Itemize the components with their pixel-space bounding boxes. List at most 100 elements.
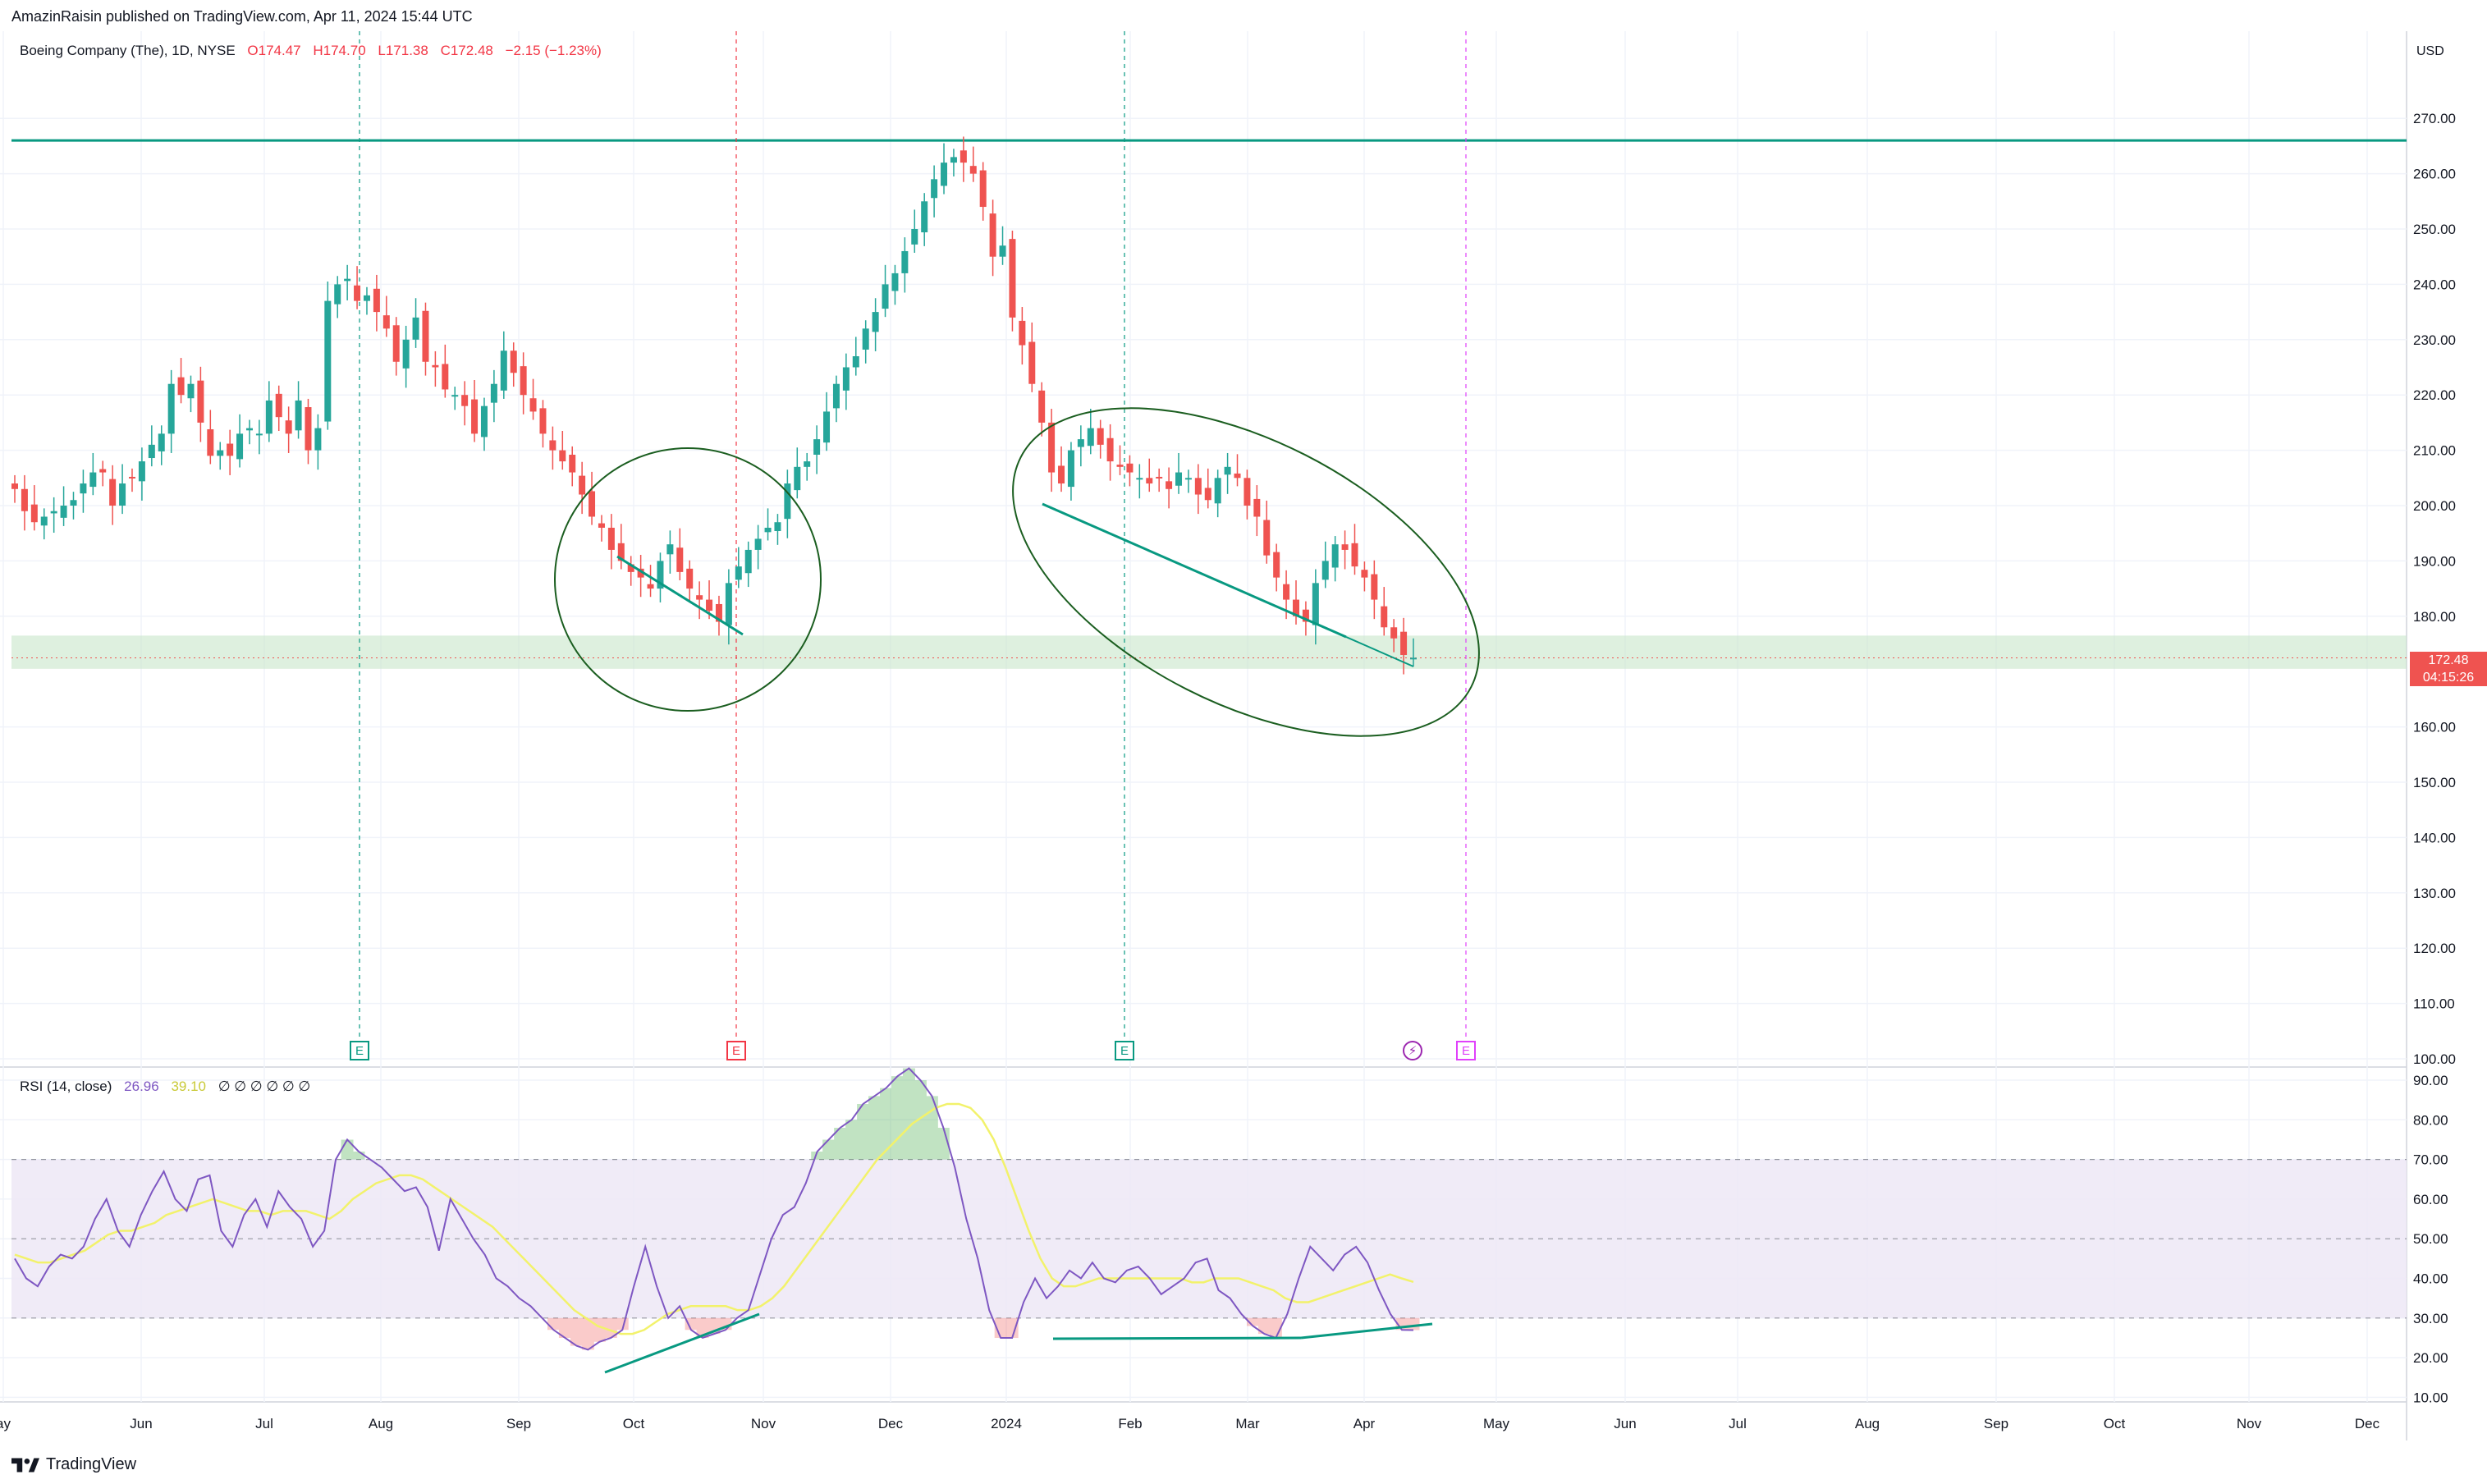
candle-body [666, 544, 674, 555]
candle-body [363, 295, 370, 301]
candle-body [236, 433, 244, 460]
candle-body [921, 201, 928, 233]
candle-body [1019, 320, 1026, 346]
candle-body [1273, 552, 1280, 578]
legend-open: O174.47 [247, 43, 301, 58]
candle-body [852, 356, 859, 368]
symbol-legend[interactable]: Boeing Company (The), 1D, NYSE O174.47 H… [20, 43, 610, 59]
candle-body [1156, 476, 1163, 479]
candle-body [1283, 584, 1290, 600]
earnings-event-icon[interactable]: E [1456, 1041, 1476, 1060]
candle-body [227, 443, 234, 456]
price-axis-label: 230.00 [2413, 332, 2456, 348]
candle-body [510, 350, 517, 373]
candle-body [70, 500, 77, 506]
candle-body [813, 439, 821, 455]
candle-body [520, 366, 527, 396]
candle-body [314, 428, 322, 451]
earnings-event-icon[interactable]: E [350, 1041, 369, 1060]
time-axis-label: Nov [2237, 1416, 2262, 1431]
candle-body [911, 229, 918, 245]
candle-body [422, 310, 429, 362]
rsi-trendline-2 [1052, 1336, 1302, 1340]
price-axis-label: 200.00 [2413, 498, 2456, 514]
candle-body [598, 523, 605, 528]
candle-body [1106, 437, 1114, 462]
rsi-axis-label: 30.00 [2413, 1311, 2448, 1326]
candle-body [1009, 239, 1016, 318]
candle-body [21, 488, 28, 511]
candle-body [255, 433, 263, 436]
candle-body [1400, 631, 1408, 655]
candle-body [579, 475, 586, 495]
candle-body [1048, 422, 1056, 473]
candle-body [1038, 390, 1046, 423]
time-axis-label: Jul [1729, 1416, 1747, 1431]
price-axis-label: 220.00 [2413, 387, 2456, 403]
rsi-legend[interactable]: RSI (14, close) 26.96 39.10 ∅ ∅ ∅ ∅ ∅ ∅ [20, 1079, 318, 1095]
time-axis-label: Oct [623, 1416, 645, 1431]
candle-body [1184, 478, 1192, 480]
time-axis-label: May [1483, 1416, 1510, 1431]
candle-body [529, 398, 537, 412]
candle-body [128, 476, 135, 479]
earnings-event-icon[interactable]: E [1115, 1041, 1134, 1060]
candle-body [109, 479, 117, 506]
candle-body [1058, 465, 1065, 484]
candle-body [197, 380, 204, 423]
candle-body [559, 450, 566, 462]
candle-body [696, 595, 703, 600]
candle-body [1234, 473, 1241, 479]
candle-body [754, 538, 762, 550]
candle-body [1381, 606, 1388, 628]
brand-name: TradingView [46, 1455, 137, 1473]
price-axis-label: 240.00 [2413, 277, 2456, 292]
candle-body [265, 400, 273, 434]
price-axis-label: 250.00 [2413, 222, 2456, 237]
candle-body [941, 163, 948, 186]
candle-body [872, 312, 879, 332]
tradingview-brand[interactable]: TradingView [11, 1455, 136, 1474]
candle-body [725, 583, 732, 625]
time-axis-label: Dec [878, 1416, 904, 1431]
candle-body [99, 469, 107, 473]
candle-body [89, 472, 97, 488]
rsi-ma-value: 39.10 [171, 1079, 206, 1094]
candle-body [373, 288, 380, 313]
candle-body [402, 339, 410, 369]
rsi-indicator-name[interactable]: RSI (14, close) [20, 1079, 112, 1094]
candle-body [1077, 439, 1084, 447]
earnings-event-icon[interactable]: E [726, 1041, 746, 1060]
candle-body [158, 433, 165, 451]
tradingview-chart: 270.00 260.00 250.00 240.00 230.00 220.00 210.… [0, 0, 2487, 1484]
time-axis-label: Sep [1984, 1416, 2008, 1431]
candle-body [960, 150, 967, 163]
candle-body [275, 393, 282, 418]
candle-body [1371, 574, 1378, 600]
currency-label[interactable]: USD [2416, 44, 2444, 59]
candle-body [412, 317, 419, 340]
candle-body [1312, 583, 1319, 625]
candle-body [1244, 478, 1251, 506]
price-axis-label: 110.00 [2413, 996, 2455, 1012]
candle-body [60, 506, 67, 518]
candle-body [11, 483, 18, 489]
candle-body [167, 383, 175, 434]
candle-body [177, 377, 185, 396]
candle-body [138, 461, 145, 482]
price-axis-label: 260.00 [2413, 167, 2456, 182]
time-axis-label: Aug [369, 1416, 393, 1431]
candle-body [382, 315, 390, 329]
chart-canvas[interactable]: 270.00 260.00 250.00 240.00 230.00 220.00 210.… [0, 0, 2487, 1484]
candle-body [989, 213, 996, 257]
candle-body [1253, 498, 1261, 517]
candle-body [1175, 472, 1183, 486]
rsi-axis-label: 60.00 [2413, 1192, 2448, 1207]
symbol-name[interactable]: Boeing Company (The), 1D, NYSE [20, 43, 236, 58]
candle-body [1214, 478, 1221, 504]
candle-body [862, 328, 869, 350]
candle-body [764, 527, 772, 533]
candle-body [1331, 544, 1339, 568]
candle-body [30, 504, 38, 523]
dividend-event-icon[interactable]: ⚡ [1403, 1041, 1422, 1060]
